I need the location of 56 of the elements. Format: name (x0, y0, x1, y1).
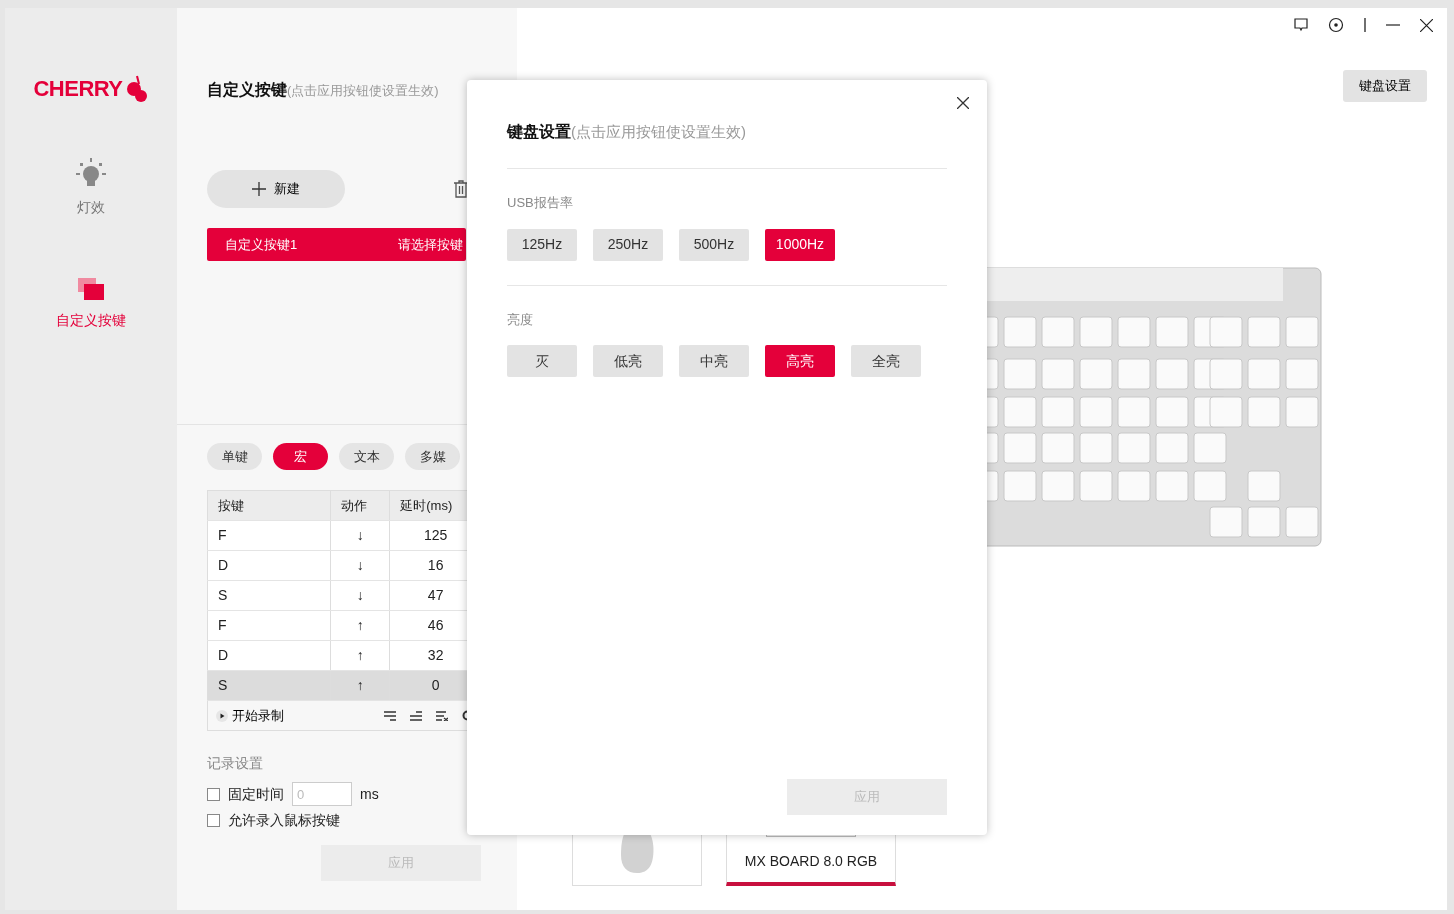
column-header: 动作 (330, 490, 390, 521)
option-button[interactable]: 125Hz (507, 228, 577, 261)
cherry-icon (124, 73, 149, 104)
play-icon (216, 709, 228, 722)
macro-key: 请选择按键 (398, 234, 463, 255)
option-button[interactable]: 500Hz (679, 228, 749, 261)
key-cell: F (207, 610, 331, 641)
separator-icon (1364, 18, 1366, 32)
mode-tab[interactable]: 宏 (273, 443, 328, 470)
option-button[interactable]: 高亮 (765, 345, 835, 377)
macro-item[interactable]: 自定义按键1 请选择按键 (207, 228, 466, 261)
key-cell: S (207, 670, 331, 701)
target-icon[interactable] (1328, 17, 1344, 33)
section-label: 亮度 (507, 310, 534, 329)
trash-icon[interactable] (453, 180, 469, 198)
checkbox-label: 固定时间 (228, 784, 284, 804)
mode-tab[interactable]: 多媒 (405, 443, 460, 470)
key-cell: D (207, 640, 331, 671)
option-button[interactable]: 低亮 (593, 345, 663, 377)
section-label: USB报告率 (507, 194, 574, 212)
option-button[interactable]: 全亮 (851, 345, 921, 377)
sidebar-item[interactable]: 自定义按键 (48, 270, 134, 335)
panel-title: 自定义按键 (207, 80, 287, 100)
close-icon (957, 97, 969, 110)
record-button[interactable]: 开始录制 (216, 705, 284, 726)
section-label: 记录设置 (207, 754, 264, 773)
option-button[interactable]: 1000Hz (765, 228, 835, 261)
plus-icon (252, 182, 266, 196)
panel-hint: (点击应用按钮使设置生效) (287, 83, 439, 100)
new-button[interactable]: 新建 (207, 170, 345, 208)
clear-list-icon[interactable] (436, 710, 448, 721)
sidebar-item[interactable]: 灯效 (66, 153, 116, 222)
checkbox[interactable] (207, 814, 220, 827)
align-bottom-icon[interactable] (410, 710, 422, 721)
keyboard-settings-button[interactable]: 键盘设置 (1343, 70, 1427, 102)
column-header: 按键 (207, 490, 331, 521)
time-input[interactable]: 0 (292, 782, 352, 806)
dialog-title: 键盘设置 (507, 122, 571, 142)
device-name: MX BOARD 8.0 RGB (744, 852, 878, 871)
key-cell: F (207, 520, 331, 551)
close-icon[interactable] (1420, 18, 1433, 32)
macro-name: 自定义按键1 (225, 235, 298, 254)
align-top-icon[interactable] (384, 710, 396, 721)
option-button[interactable]: 250Hz (593, 228, 663, 261)
feedback-icon[interactable] (1294, 18, 1308, 32)
checkbox-label: 允许录入鼠标按键 (228, 811, 340, 830)
key-cell: D (207, 550, 331, 581)
option-button[interactable]: 灭 (507, 345, 577, 377)
dialog-hint: (点击应用按钮使设置生效) (571, 122, 746, 142)
unit-label: ms (360, 784, 379, 804)
option-button[interactable]: 中亮 (679, 345, 749, 377)
mode-tab[interactable]: 单键 (207, 443, 262, 470)
mode-tab[interactable]: 文本 (339, 443, 394, 470)
key-cell: S (207, 580, 331, 611)
checkbox[interactable] (207, 787, 220, 801)
logo-text: CHERRY (33, 75, 123, 103)
